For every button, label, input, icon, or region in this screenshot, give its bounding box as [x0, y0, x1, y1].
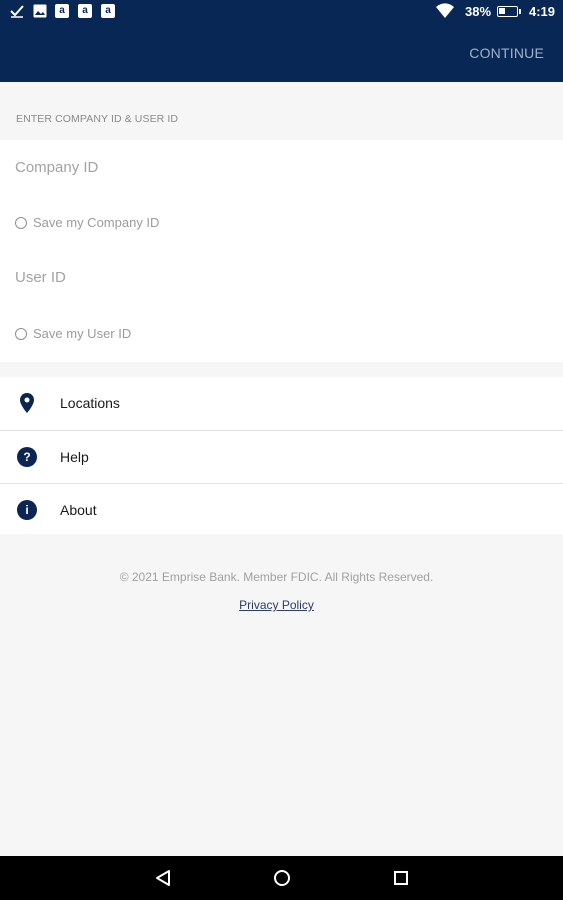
help-glyph: ? — [17, 446, 37, 467]
save-company-id-label: Save my Company ID — [33, 215, 160, 230]
menu-list: Locations ? Help i About — [0, 377, 563, 534]
menu-item-label: Help — [60, 448, 89, 465]
section-header: ENTER COMPANY ID & USER ID — [16, 113, 179, 125]
amazon-notification-icon: a — [101, 4, 115, 18]
copyright-text: © 2021 Emprise Bank. Member FDIC. All Ri… — [119, 570, 434, 584]
menu-item-label: About — [60, 501, 97, 518]
image-notification-icon — [33, 4, 47, 18]
continue-button[interactable]: CONTINUE — [469, 45, 544, 61]
amazon-notification-icon: a — [55, 4, 69, 18]
wifi-icon — [435, 3, 455, 19]
system-nav-bar — [0, 856, 563, 900]
menu-item-help[interactable]: ? Help — [0, 430, 563, 482]
save-user-id-radio[interactable] — [15, 327, 27, 340]
battery-level — [499, 8, 505, 14]
save-user-id-option[interactable]: Save my User ID — [15, 326, 131, 341]
back-icon[interactable] — [153, 868, 173, 888]
save-company-id-radio[interactable] — [15, 216, 27, 229]
menu-item-about[interactable]: i About — [0, 483, 563, 535]
privacy-policy-link[interactable]: Privacy Policy — [0, 598, 553, 612]
menu-item-label: Locations — [60, 395, 120, 411]
company-id-field[interactable]: Company ID — [15, 159, 545, 181]
user-id-field[interactable]: User ID — [15, 269, 545, 291]
info-icon: i — [17, 499, 37, 520]
status-bar: a a a 38% 4:19 — [0, 0, 563, 23]
login-form: Company ID Save my Company ID User ID Sa… — [0, 140, 563, 362]
save-company-id-option[interactable]: Save my Company ID — [15, 215, 159, 230]
app-bar: CONTINUE — [0, 23, 563, 82]
location-pin-icon — [17, 393, 37, 413]
help-icon: ? — [17, 446, 37, 467]
recent-apps-icon[interactable] — [391, 868, 411, 888]
checkmark-icon — [10, 4, 24, 18]
clock: 4:19 — [529, 4, 556, 19]
home-icon[interactable] — [272, 868, 292, 888]
battery-icon — [497, 6, 521, 17]
battery-percent: 38% — [465, 4, 492, 19]
save-user-id-label: Save my User ID — [33, 326, 132, 341]
menu-item-locations[interactable]: Locations — [0, 377, 563, 429]
amazon-notification-icon: a — [78, 4, 92, 18]
info-glyph: i — [17, 499, 37, 520]
